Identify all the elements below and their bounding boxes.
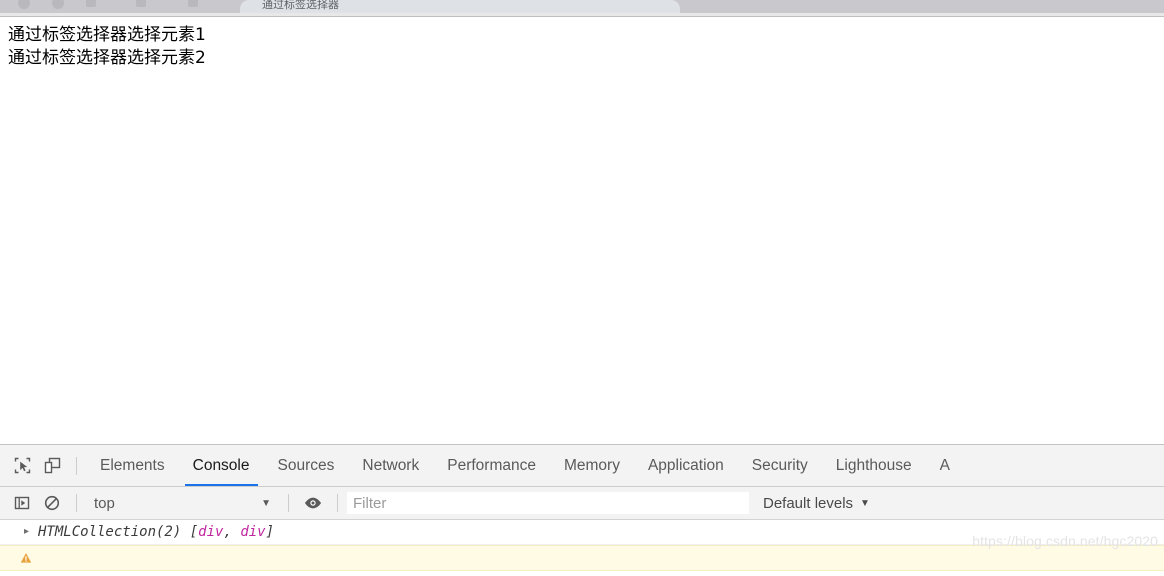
chevron-down-icon: ▼: [860, 497, 870, 509]
browser-tab-strip: 通过标签选择器: [0, 0, 1164, 13]
bracket-open: [: [189, 524, 199, 540]
devtools-tabbar: Elements Console Sources Network Perform…: [0, 445, 1164, 487]
expand-triangle-icon[interactable]: ▸: [24, 522, 38, 542]
console-toolbar: top ▼ Default levels ▼: [0, 487, 1164, 520]
page-text-line-2: 通过标签选择器选择元素2: [8, 48, 206, 68]
log-levels-label: Default levels: [763, 494, 854, 512]
console-message-text: HTMLCollection(2) [div, div]: [38, 522, 274, 542]
comma-token: ,: [223, 524, 241, 540]
bracket-close: ]: [265, 524, 275, 540]
tab-security[interactable]: Security: [738, 446, 822, 486]
tab-more[interactable]: A: [926, 446, 964, 486]
tab-sources[interactable]: Sources: [264, 446, 349, 486]
browser-tab[interactable]: 通过标签选择器: [240, 0, 680, 13]
device-toolbar-icon[interactable]: [37, 452, 67, 480]
console-filter-input[interactable]: [347, 492, 749, 514]
console-toolbar-divider-1: [76, 494, 77, 512]
browser-tab-title: 通过标签选择器: [262, 0, 339, 11]
page-text-line-1: 通过标签选择器选择元素1: [8, 25, 206, 45]
execution-context-dropdown[interactable]: top ▼: [86, 492, 279, 514]
page-viewport: 通过标签选择器选择元素1 通过标签选择器选择元素2: [0, 17, 1164, 444]
execution-context-value: top: [94, 494, 115, 512]
forward-button[interactable]: [52, 0, 64, 9]
tab-elements[interactable]: Elements: [86, 446, 179, 486]
live-expression-eye-icon[interactable]: [298, 489, 328, 517]
home-button[interactable]: [136, 0, 146, 7]
browser-toolbar-ghost: [0, 0, 240, 13]
tab-console[interactable]: Console: [179, 446, 264, 486]
tabbar-divider: [76, 456, 77, 475]
bookmark-button[interactable]: [188, 0, 198, 7]
tag-token-2: div: [240, 524, 266, 540]
inspect-element-icon[interactable]: [7, 452, 37, 480]
collection-prefix: HTMLCollection(2): [38, 524, 190, 540]
tab-network[interactable]: Network: [348, 446, 433, 486]
log-levels-dropdown[interactable]: Default levels ▼: [763, 495, 870, 512]
reload-button[interactable]: [86, 0, 96, 7]
console-toolbar-divider-2: [288, 494, 289, 512]
tab-performance[interactable]: Performance: [433, 446, 550, 486]
chevron-down-icon: ▼: [261, 497, 271, 509]
console-message-list: ▸ HTMLCollection(2) [div, div]: [0, 520, 1164, 576]
console-sidebar-icon[interactable]: [7, 489, 37, 517]
tab-memory[interactable]: Memory: [550, 446, 634, 486]
back-button[interactable]: [18, 0, 30, 9]
console-message-row[interactable]: ▸ HTMLCollection(2) [div, div]: [0, 520, 1164, 545]
tag-token-1: div: [198, 524, 224, 540]
tab-lighthouse[interactable]: Lighthouse: [822, 446, 926, 486]
warning-triangle-icon: [20, 551, 32, 563]
clear-console-icon[interactable]: [37, 489, 67, 517]
console-toolbar-divider-3: [337, 494, 338, 512]
console-warning-row[interactable]: [0, 545, 1164, 571]
tab-application[interactable]: Application: [634, 446, 738, 486]
devtools-panel: Elements Console Sources Network Perform…: [0, 444, 1164, 576]
